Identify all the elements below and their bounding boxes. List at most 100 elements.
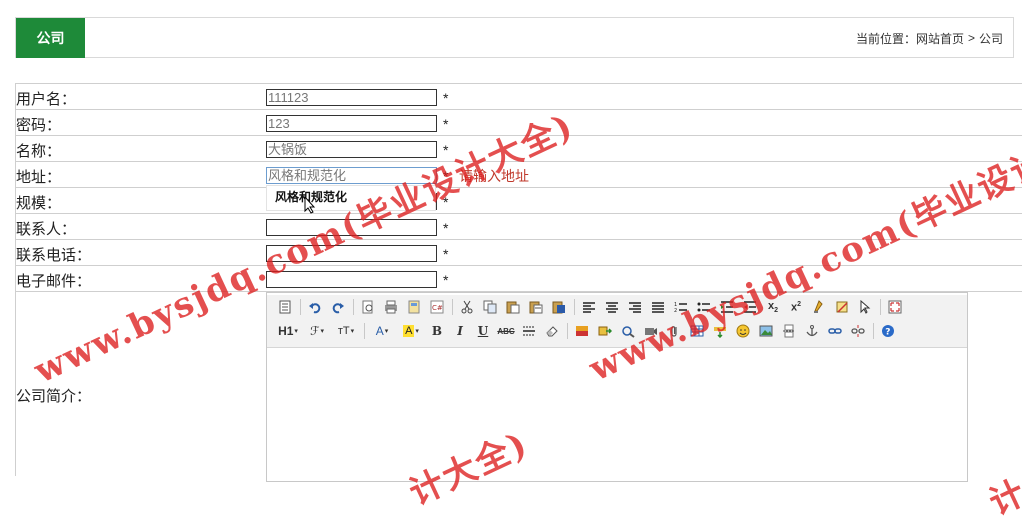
preview-icon[interactable] (358, 298, 378, 316)
bold-button[interactable]: B (427, 322, 447, 340)
form-row-password: 密码： 123 * (15, 110, 1022, 136)
page-break-icon[interactable] (779, 322, 799, 340)
editor-content-area[interactable] (267, 348, 967, 484)
video-icon[interactable] (641, 322, 661, 340)
toolbar-separator (574, 299, 575, 315)
outdent-icon[interactable] (740, 298, 760, 316)
print-icon[interactable] (381, 298, 401, 316)
undo-icon[interactable] (305, 298, 325, 316)
svg-text:2: 2 (674, 308, 677, 313)
emotion-bar-icon[interactable] (572, 322, 592, 340)
email-input[interactable] (266, 271, 437, 288)
help-icon[interactable]: ? (878, 322, 898, 340)
required-mark: * (443, 272, 449, 288)
table-icon[interactable] (687, 322, 707, 340)
rich-text-editor: C# 12 x2 x2 H1 ▾ ℱ ▾ тT ▾ A ▾ A ▾ B I U … (266, 292, 968, 482)
required-mark: * (443, 220, 449, 236)
copy-icon[interactable] (480, 298, 500, 316)
address-error-message: 请输入地址 (459, 168, 529, 184)
horizontal-rule-icon[interactable] (519, 322, 539, 340)
breadcrumb-separator: > (967, 31, 975, 45)
cut-icon[interactable] (457, 298, 477, 316)
required-mark: * (443, 168, 449, 184)
required-mark: * (443, 194, 449, 210)
italic-button[interactable]: I (450, 322, 470, 340)
phone-input[interactable] (266, 245, 437, 262)
form-row-name: 名称： 大锅饭 * (15, 136, 1022, 162)
company-form: 用户名： 111123 * 密码： 123 * 名称： 大锅饭 * 地址： 风格… (15, 83, 1022, 292)
name-label: 名称： (16, 143, 62, 160)
email-label: 电子邮件： (16, 273, 92, 290)
username-input[interactable]: 111123 (266, 89, 437, 106)
highlight-color-button[interactable]: A ▾ (398, 322, 424, 340)
clear-format-icon[interactable] (832, 298, 852, 316)
redo-icon[interactable] (328, 298, 348, 316)
password-input[interactable]: 123 (266, 115, 437, 132)
format-painter-icon[interactable] (809, 298, 829, 316)
toolbar-separator (364, 323, 365, 339)
font-color-button[interactable]: A ▾ (369, 322, 395, 340)
contact-input[interactable] (266, 219, 437, 236)
code-icon[interactable]: C# (427, 298, 447, 316)
select-pointer-icon[interactable] (855, 298, 875, 316)
paste-text-icon[interactable] (526, 298, 546, 316)
form-row-phone: 联系电话： * (15, 240, 1022, 266)
toolbar-separator (567, 323, 568, 339)
required-mark: * (443, 246, 449, 262)
password-label: 密码： (16, 117, 62, 134)
strikethrough-button[interactable]: ABC (496, 322, 516, 340)
name-input[interactable]: 大锅饭 (266, 141, 437, 158)
align-center-icon[interactable] (602, 298, 622, 316)
address-input[interactable]: 风格和规范化 (266, 167, 437, 184)
page-header: 公司 当前位置： 网站首页 > 公司 (15, 17, 1014, 58)
heading-dropdown[interactable]: H1 ▾ (275, 322, 301, 340)
toolbar-row-2: H1 ▾ ℱ ▾ тT ▾ A ▾ A ▾ B I U ABC ? (267, 319, 967, 343)
unlink-icon[interactable] (848, 322, 868, 340)
required-mark: * (443, 116, 449, 132)
breadcrumb-home-link[interactable]: 网站首页 (916, 30, 964, 47)
font-size-dropdown[interactable]: тT ▾ (333, 322, 359, 340)
subscript-icon[interactable]: x2 (763, 298, 783, 316)
editor-toolbar: C# 12 x2 x2 H1 ▾ ℱ ▾ тT ▾ A ▾ A ▾ B I U … (267, 295, 967, 348)
breadcrumb: 当前位置： 网站首页 > 公司 (856, 18, 1003, 58)
autocomplete-suggestion[interactable]: 风格和规范化 (266, 185, 436, 211)
form-row-intro: 公司简介： C# 1 2 x2 x2 H1 ▾ ℱ ▾ тT ▾ A ▾ A ▾… (15, 291, 1022, 482)
link-icon[interactable] (825, 322, 845, 340)
toolbar-separator (300, 299, 301, 315)
eraser-icon[interactable] (542, 322, 562, 340)
form-row-contact: 联系人： * (15, 214, 1022, 240)
paste-icon[interactable] (503, 298, 523, 316)
toolbar-separator (880, 299, 881, 315)
unordered-list-icon[interactable] (694, 298, 714, 316)
section-tab[interactable]: 公司 (16, 18, 85, 58)
insert-link-arrow-icon[interactable] (595, 322, 615, 340)
spellcheck-icon[interactable] (618, 322, 638, 340)
form-row-address: 地址： 风格和规范化 * 请输入地址 (15, 162, 1022, 188)
anchor-icon[interactable] (802, 322, 822, 340)
contact-label: 联系人： (16, 221, 77, 238)
template-icon[interactable] (404, 298, 424, 316)
username-label: 用户名： (16, 91, 77, 108)
fullscreen-icon[interactable] (885, 298, 905, 316)
underline-button[interactable]: U (473, 322, 493, 340)
attachment-icon[interactable] (664, 322, 684, 340)
emoticon-icon[interactable] (733, 322, 753, 340)
font-family-dropdown[interactable]: ℱ ▾ (304, 322, 330, 340)
superscript-icon[interactable]: x2 (786, 298, 806, 316)
align-right-icon[interactable] (625, 298, 645, 316)
insert-row-icon[interactable] (710, 322, 730, 340)
phone-label: 联系电话： (16, 247, 92, 264)
toolbar-separator (873, 323, 874, 339)
align-left-icon[interactable] (579, 298, 599, 316)
svg-text:?: ? (885, 328, 890, 338)
source-icon[interactable] (275, 298, 295, 316)
mouse-cursor-icon (304, 196, 316, 214)
indent-icon[interactable] (717, 298, 737, 316)
image-icon[interactable] (756, 322, 776, 340)
required-mark: * (443, 90, 449, 106)
justify-icon[interactable] (648, 298, 668, 316)
breadcrumb-prefix: 当前位置： (855, 31, 916, 46)
paste-word-icon[interactable] (549, 298, 569, 316)
ordered-list-icon[interactable]: 12 (671, 298, 691, 316)
toolbar-row-1: C# 12 x2 x2 (267, 295, 967, 319)
